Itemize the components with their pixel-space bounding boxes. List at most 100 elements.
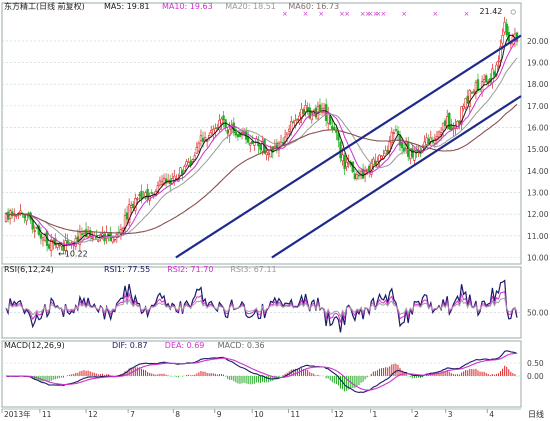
candle-body xyxy=(318,104,322,112)
candle-body xyxy=(35,227,39,229)
candle-body xyxy=(437,131,441,138)
panel-2-legend-0: DIF: 0.87 xyxy=(112,341,148,350)
candle-body xyxy=(296,118,299,121)
panel-1-title: RSI(6,12,24) xyxy=(4,265,54,274)
candle-body xyxy=(113,238,116,241)
panel-1-tick-label: 50.00 xyxy=(527,309,549,318)
candle-body xyxy=(226,129,229,134)
candle-body xyxy=(476,79,480,91)
candle-body xyxy=(129,205,133,208)
panel-0-tick-label: 20.00 xyxy=(527,37,549,46)
panel-0-tick-label: 17.00 xyxy=(527,102,549,111)
candle-body xyxy=(394,129,398,131)
panel-0-legend-1: MA10: 19.63 xyxy=(162,2,213,11)
candle-body xyxy=(91,237,94,239)
candle-body xyxy=(212,128,215,135)
candle-body xyxy=(347,161,350,164)
high-price-label: 21.42 xyxy=(479,7,502,16)
candle-body xyxy=(146,188,149,200)
candle-body xyxy=(56,243,59,249)
candle-body xyxy=(335,130,338,134)
candle-body xyxy=(197,142,201,152)
candle-body xyxy=(107,233,110,235)
signal-marker: × xyxy=(381,10,387,18)
candle-body xyxy=(365,168,369,171)
candle-body xyxy=(181,170,184,175)
candle-body xyxy=(505,23,508,36)
x-axis-label: 4 xyxy=(489,410,494,419)
candle-body xyxy=(292,121,295,124)
candle-body xyxy=(259,144,262,150)
panel-2-tick-label: 0.00 xyxy=(527,372,544,381)
candle-body xyxy=(97,239,100,242)
candle-body xyxy=(251,141,254,144)
candle-body xyxy=(140,190,143,200)
candle-body xyxy=(205,140,209,142)
candle-body xyxy=(121,227,125,231)
candle-body xyxy=(441,122,445,131)
signal-marker: × xyxy=(303,10,309,18)
panel-2-tick-label: 0.50 xyxy=(527,359,544,368)
candle-body xyxy=(201,138,205,142)
x-axis-label: 10 xyxy=(254,410,264,419)
panel-1-legend-1: RSI2: 71.70 xyxy=(167,265,213,274)
signal-marker: × xyxy=(401,10,407,18)
panel-2-legend-1: DEA: 0.69 xyxy=(165,341,205,350)
panel-0-tick-label: 11.00 xyxy=(527,232,549,241)
candle-body xyxy=(448,112,451,130)
panel-0-legend-0: MA5: 19.81 xyxy=(104,2,150,11)
x-axis-label: 2013年 xyxy=(4,409,31,419)
panel-0-title: 东方精工(日线 前复权) xyxy=(4,1,85,11)
candle-body xyxy=(80,233,84,235)
candle-body xyxy=(355,174,359,179)
x-axis-label: 12 xyxy=(88,410,98,419)
candle-body xyxy=(136,198,139,200)
candle-body xyxy=(70,242,73,244)
signal-marker: × xyxy=(432,10,438,18)
candle-body xyxy=(185,161,188,166)
candle-body xyxy=(19,210,22,213)
panel-1-legend-2: RSI3: 67.11 xyxy=(230,265,276,274)
candle-body xyxy=(267,153,270,155)
candle-body xyxy=(357,174,361,177)
candle-body xyxy=(236,133,240,138)
candle-body xyxy=(25,214,28,222)
candle-body xyxy=(111,237,114,243)
x-axis-label: 3 xyxy=(448,410,453,419)
low-price-label: ←10.22 xyxy=(58,250,88,259)
x-axis-label: 11 xyxy=(42,410,52,419)
candle-body xyxy=(132,203,135,209)
candle-body xyxy=(411,148,414,158)
period-label: 日线 xyxy=(528,409,544,419)
candle-body xyxy=(160,181,164,185)
candle-body xyxy=(501,34,504,44)
candle-body xyxy=(210,130,213,134)
candle-body xyxy=(288,128,291,132)
candle-body xyxy=(222,115,225,121)
candle-body xyxy=(380,155,383,159)
candle-body xyxy=(331,125,334,130)
candle-body xyxy=(462,106,465,109)
candle-body xyxy=(333,127,336,130)
candle-body xyxy=(484,75,488,83)
panel-2-legend-2: MACD: 0.36 xyxy=(218,341,265,350)
candle-body xyxy=(203,136,207,141)
panel-0-tick-label: 12.00 xyxy=(527,210,549,219)
candle-body xyxy=(396,130,400,135)
candle-body xyxy=(193,155,197,160)
candle-body xyxy=(392,132,396,134)
candle-body xyxy=(253,142,256,146)
candle-body xyxy=(472,90,476,93)
panel-0-legend-2: MA20: 18.51 xyxy=(225,2,276,11)
candle-body xyxy=(41,237,45,241)
candle-body xyxy=(125,212,129,220)
x-axis-label: 1 xyxy=(372,410,377,419)
candle-body xyxy=(343,155,346,170)
candle-body xyxy=(302,109,305,114)
x-axis-label: 8 xyxy=(175,410,180,419)
candle-body xyxy=(345,161,348,168)
candle-body xyxy=(240,132,244,134)
candle-body xyxy=(353,173,357,179)
candle-body xyxy=(470,92,474,94)
candle-body xyxy=(409,150,412,160)
